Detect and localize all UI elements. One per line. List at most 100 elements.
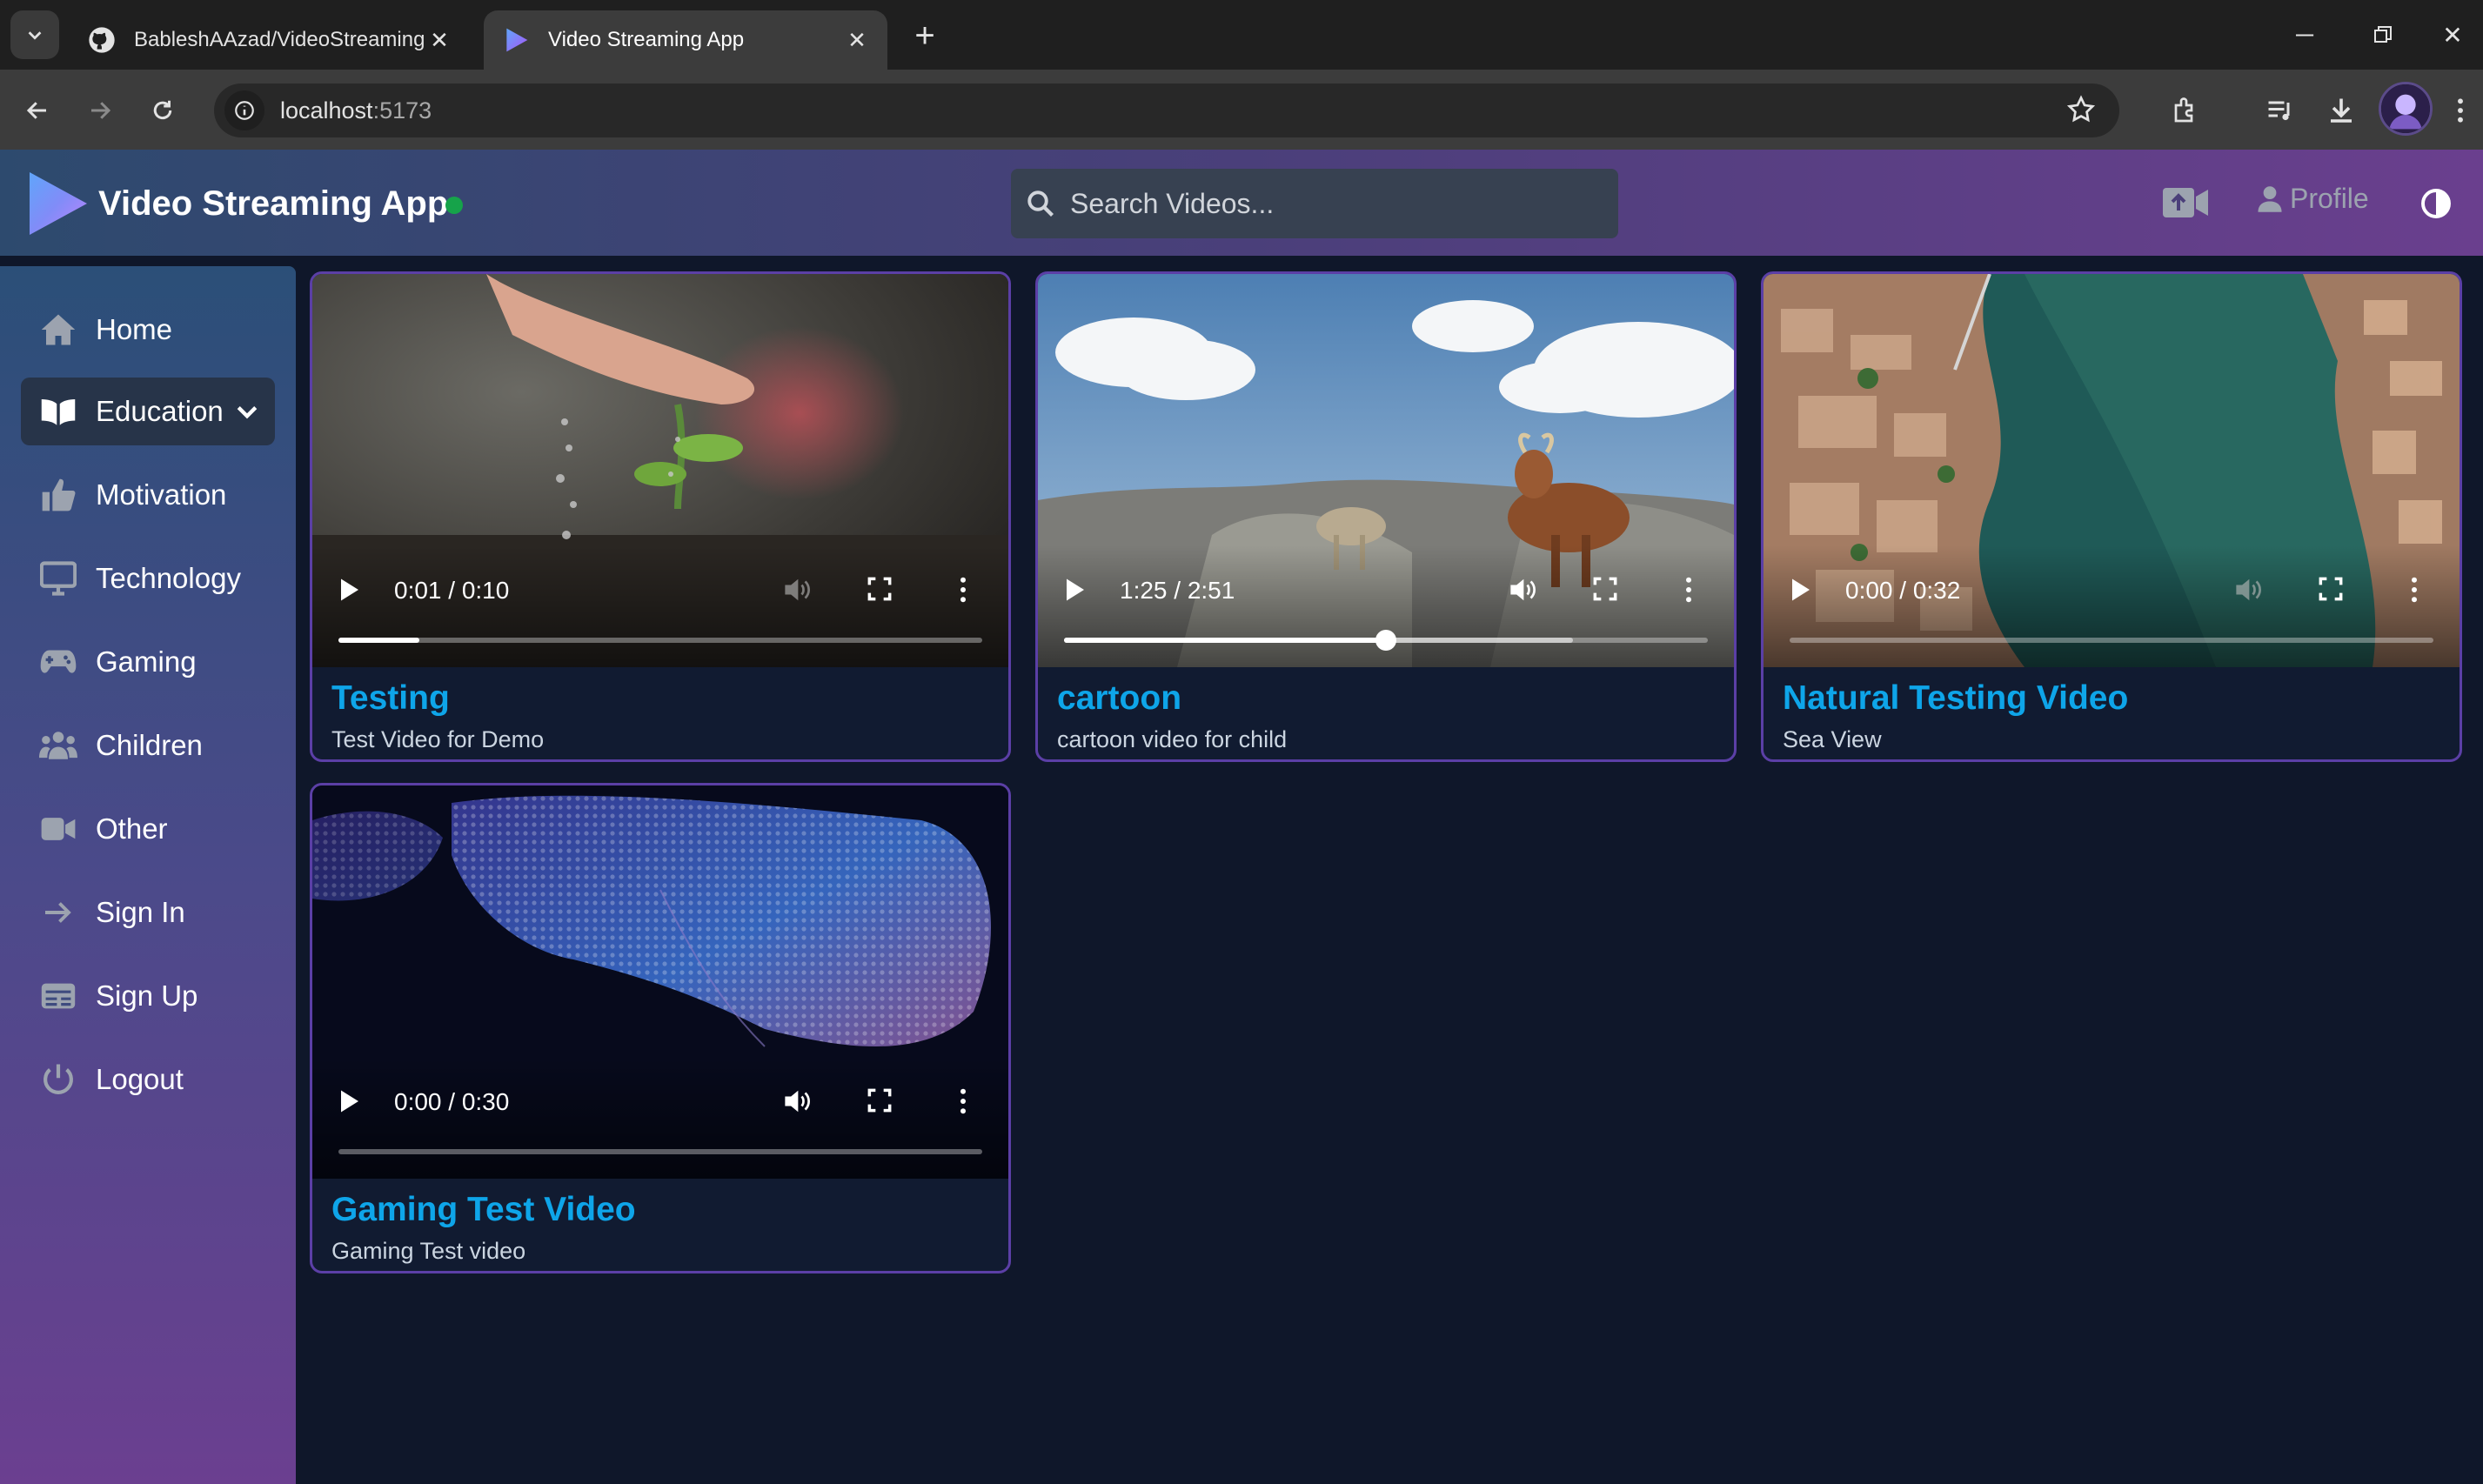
sidebar-item-label: Other bbox=[96, 812, 168, 845]
bookmark-star-icon[interactable] bbox=[2065, 94, 2097, 131]
profile-label: Profile bbox=[2290, 183, 2369, 214]
user-icon bbox=[2258, 185, 2282, 212]
video-title[interactable]: Testing bbox=[331, 679, 450, 718]
search-placeholder: Search Videos... bbox=[1070, 187, 1275, 219]
search-input[interactable]: Search Videos... bbox=[1011, 169, 1618, 238]
sidebar-item-education[interactable]: Education bbox=[21, 378, 275, 445]
video-grid: 0:01 / 0:10 Testing Test Video for Demo bbox=[296, 266, 2483, 1484]
progress-track[interactable] bbox=[1064, 630, 1708, 651]
extensions-icon[interactable] bbox=[2165, 89, 2208, 132]
close-window-icon[interactable]: ✕ bbox=[2422, 0, 2483, 70]
minimize-icon[interactable]: ─ bbox=[2265, 0, 2344, 70]
video-controls: 0:01 / 0:10 bbox=[312, 545, 1008, 667]
sidebar-item-motivation[interactable]: Motivation bbox=[21, 461, 275, 529]
more-options-icon[interactable] bbox=[2411, 577, 2418, 603]
video-title[interactable]: Gaming Test Video bbox=[331, 1191, 636, 1229]
restore-icon[interactable] bbox=[2344, 0, 2422, 70]
video-player[interactable]: 0:00 / 0:32 bbox=[1764, 274, 2460, 667]
sidebar-item-other[interactable]: Other bbox=[21, 795, 275, 863]
browser-profile-avatar[interactable] bbox=[2379, 82, 2433, 136]
back-icon[interactable] bbox=[17, 90, 57, 130]
volume-icon[interactable] bbox=[782, 1088, 812, 1114]
app-title[interactable]: Video Streaming App bbox=[98, 184, 448, 224]
browser-tab-video-app[interactable]: Video Streaming App ✕ bbox=[484, 10, 887, 70]
volume-muted-icon[interactable] bbox=[2233, 577, 2263, 603]
search-icon bbox=[1027, 191, 1054, 217]
address-bar[interactable]: localhost:5173 bbox=[214, 84, 2119, 137]
video-time: 0:00 / 0:32 bbox=[1845, 577, 1961, 604]
browser-tab-github[interactable]: BableshAAzad/VideoStreaming ✕ bbox=[70, 10, 470, 70]
more-options-icon[interactable] bbox=[960, 577, 967, 603]
users-icon bbox=[38, 725, 78, 765]
video-description: Gaming Test video bbox=[331, 1238, 526, 1264]
upload-video-button[interactable] bbox=[2161, 183, 2210, 223]
progress-track[interactable] bbox=[338, 1149, 982, 1154]
fullscreen-icon[interactable] bbox=[2319, 577, 2343, 601]
sidebar-item-gaming[interactable]: Gaming bbox=[21, 628, 275, 696]
video-controls: 1:25 / 2:51 bbox=[1038, 545, 1734, 667]
video-card[interactable]: 0:00 / 0:30 Gaming Test Video Gaming Tes… bbox=[310, 783, 1011, 1273]
sidebar-item-technology[interactable]: Technology bbox=[21, 545, 275, 612]
sidebar-item-logout[interactable]: Logout bbox=[21, 1046, 275, 1113]
video-player[interactable]: 0:01 / 0:10 bbox=[312, 274, 1008, 667]
video-card[interactable]: 0:00 / 0:32 Natural Testing Video Sea Vi… bbox=[1761, 271, 2462, 762]
forward-icon[interactable] bbox=[80, 90, 120, 130]
chevron-down-icon bbox=[236, 395, 258, 428]
progress-track[interactable] bbox=[338, 638, 982, 643]
video-camera-icon bbox=[38, 809, 78, 849]
sidebar-item-label: Sign Up bbox=[96, 979, 198, 1012]
fullscreen-icon[interactable] bbox=[1593, 577, 1617, 601]
sidebar-item-sign-in[interactable]: Sign In bbox=[21, 879, 275, 946]
tab-title: BableshAAzad/VideoStreaming bbox=[134, 28, 425, 51]
new-tab-button[interactable]: + bbox=[905, 16, 945, 56]
id-card-icon bbox=[38, 976, 78, 1016]
video-player[interactable]: 1:25 / 2:51 bbox=[1038, 274, 1734, 667]
video-title[interactable]: cartoon bbox=[1057, 679, 1181, 718]
chevron-down-icon bbox=[28, 31, 42, 40]
more-options-icon[interactable] bbox=[960, 1088, 967, 1114]
video-controls: 0:00 / 0:30 bbox=[312, 1057, 1008, 1179]
progress-fill bbox=[338, 638, 419, 643]
close-tab-icon[interactable]: ✕ bbox=[426, 27, 452, 53]
sidebar-item-children[interactable]: Children bbox=[21, 712, 275, 779]
sidebar-item-label: Education bbox=[96, 395, 224, 427]
video-player[interactable]: 0:00 / 0:30 bbox=[312, 785, 1008, 1179]
volume-icon[interactable] bbox=[1508, 577, 1537, 603]
volume-muted-icon[interactable] bbox=[782, 577, 812, 603]
browser-menu-icon[interactable] bbox=[2443, 89, 2478, 132]
site-info-icon[interactable] bbox=[224, 90, 264, 130]
video-time: 0:00 / 0:30 bbox=[394, 1088, 510, 1115]
downloads-icon[interactable] bbox=[2319, 89, 2363, 132]
fullscreen-icon[interactable] bbox=[867, 1088, 892, 1113]
video-card[interactable]: 0:01 / 0:10 Testing Test Video for Demo bbox=[310, 271, 1011, 762]
app-logo-icon bbox=[501, 25, 531, 55]
power-icon bbox=[38, 1060, 78, 1100]
video-description: cartoon video for child bbox=[1057, 726, 1288, 752]
app-logo-icon[interactable] bbox=[26, 170, 89, 241]
home-icon bbox=[38, 310, 78, 350]
media-controls-icon[interactable] bbox=[2259, 89, 2302, 132]
book-icon bbox=[38, 391, 78, 431]
video-time: 0:01 / 0:10 bbox=[394, 577, 510, 604]
sidebar-item-label: Sign In bbox=[96, 896, 185, 928]
close-tab-icon[interactable]: ✕ bbox=[844, 27, 870, 53]
sidebar-item-sign-up[interactable]: Sign Up bbox=[21, 962, 275, 1030]
video-title[interactable]: Natural Testing Video bbox=[1783, 679, 2128, 718]
seek-handle[interactable] bbox=[1375, 630, 1396, 651]
more-options-icon[interactable] bbox=[1685, 577, 1692, 603]
profile-button[interactable]: Profile bbox=[2257, 183, 2369, 215]
video-card[interactable]: 1:25 / 2:51 cartoon cartoon video for ch… bbox=[1035, 271, 1737, 762]
sidebar-item-label: Home bbox=[96, 313, 173, 345]
play-icon[interactable] bbox=[338, 1088, 361, 1114]
play-icon[interactable] bbox=[1790, 577, 1812, 603]
sidebar: Home Education Motivation Technology Gam… bbox=[0, 266, 296, 1484]
browser-tab-bar: BableshAAzad/VideoStreaming ✕ Video Stre… bbox=[0, 0, 2483, 70]
reload-icon[interactable] bbox=[143, 90, 183, 130]
progress-track[interactable] bbox=[1790, 638, 2433, 643]
sidebar-item-home[interactable]: Home bbox=[21, 296, 275, 364]
play-icon[interactable] bbox=[338, 577, 361, 603]
play-icon[interactable] bbox=[1064, 577, 1087, 603]
tab-search-button[interactable] bbox=[10, 10, 59, 59]
theme-toggle-icon[interactable] bbox=[2420, 188, 2452, 219]
fullscreen-icon[interactable] bbox=[867, 577, 892, 601]
